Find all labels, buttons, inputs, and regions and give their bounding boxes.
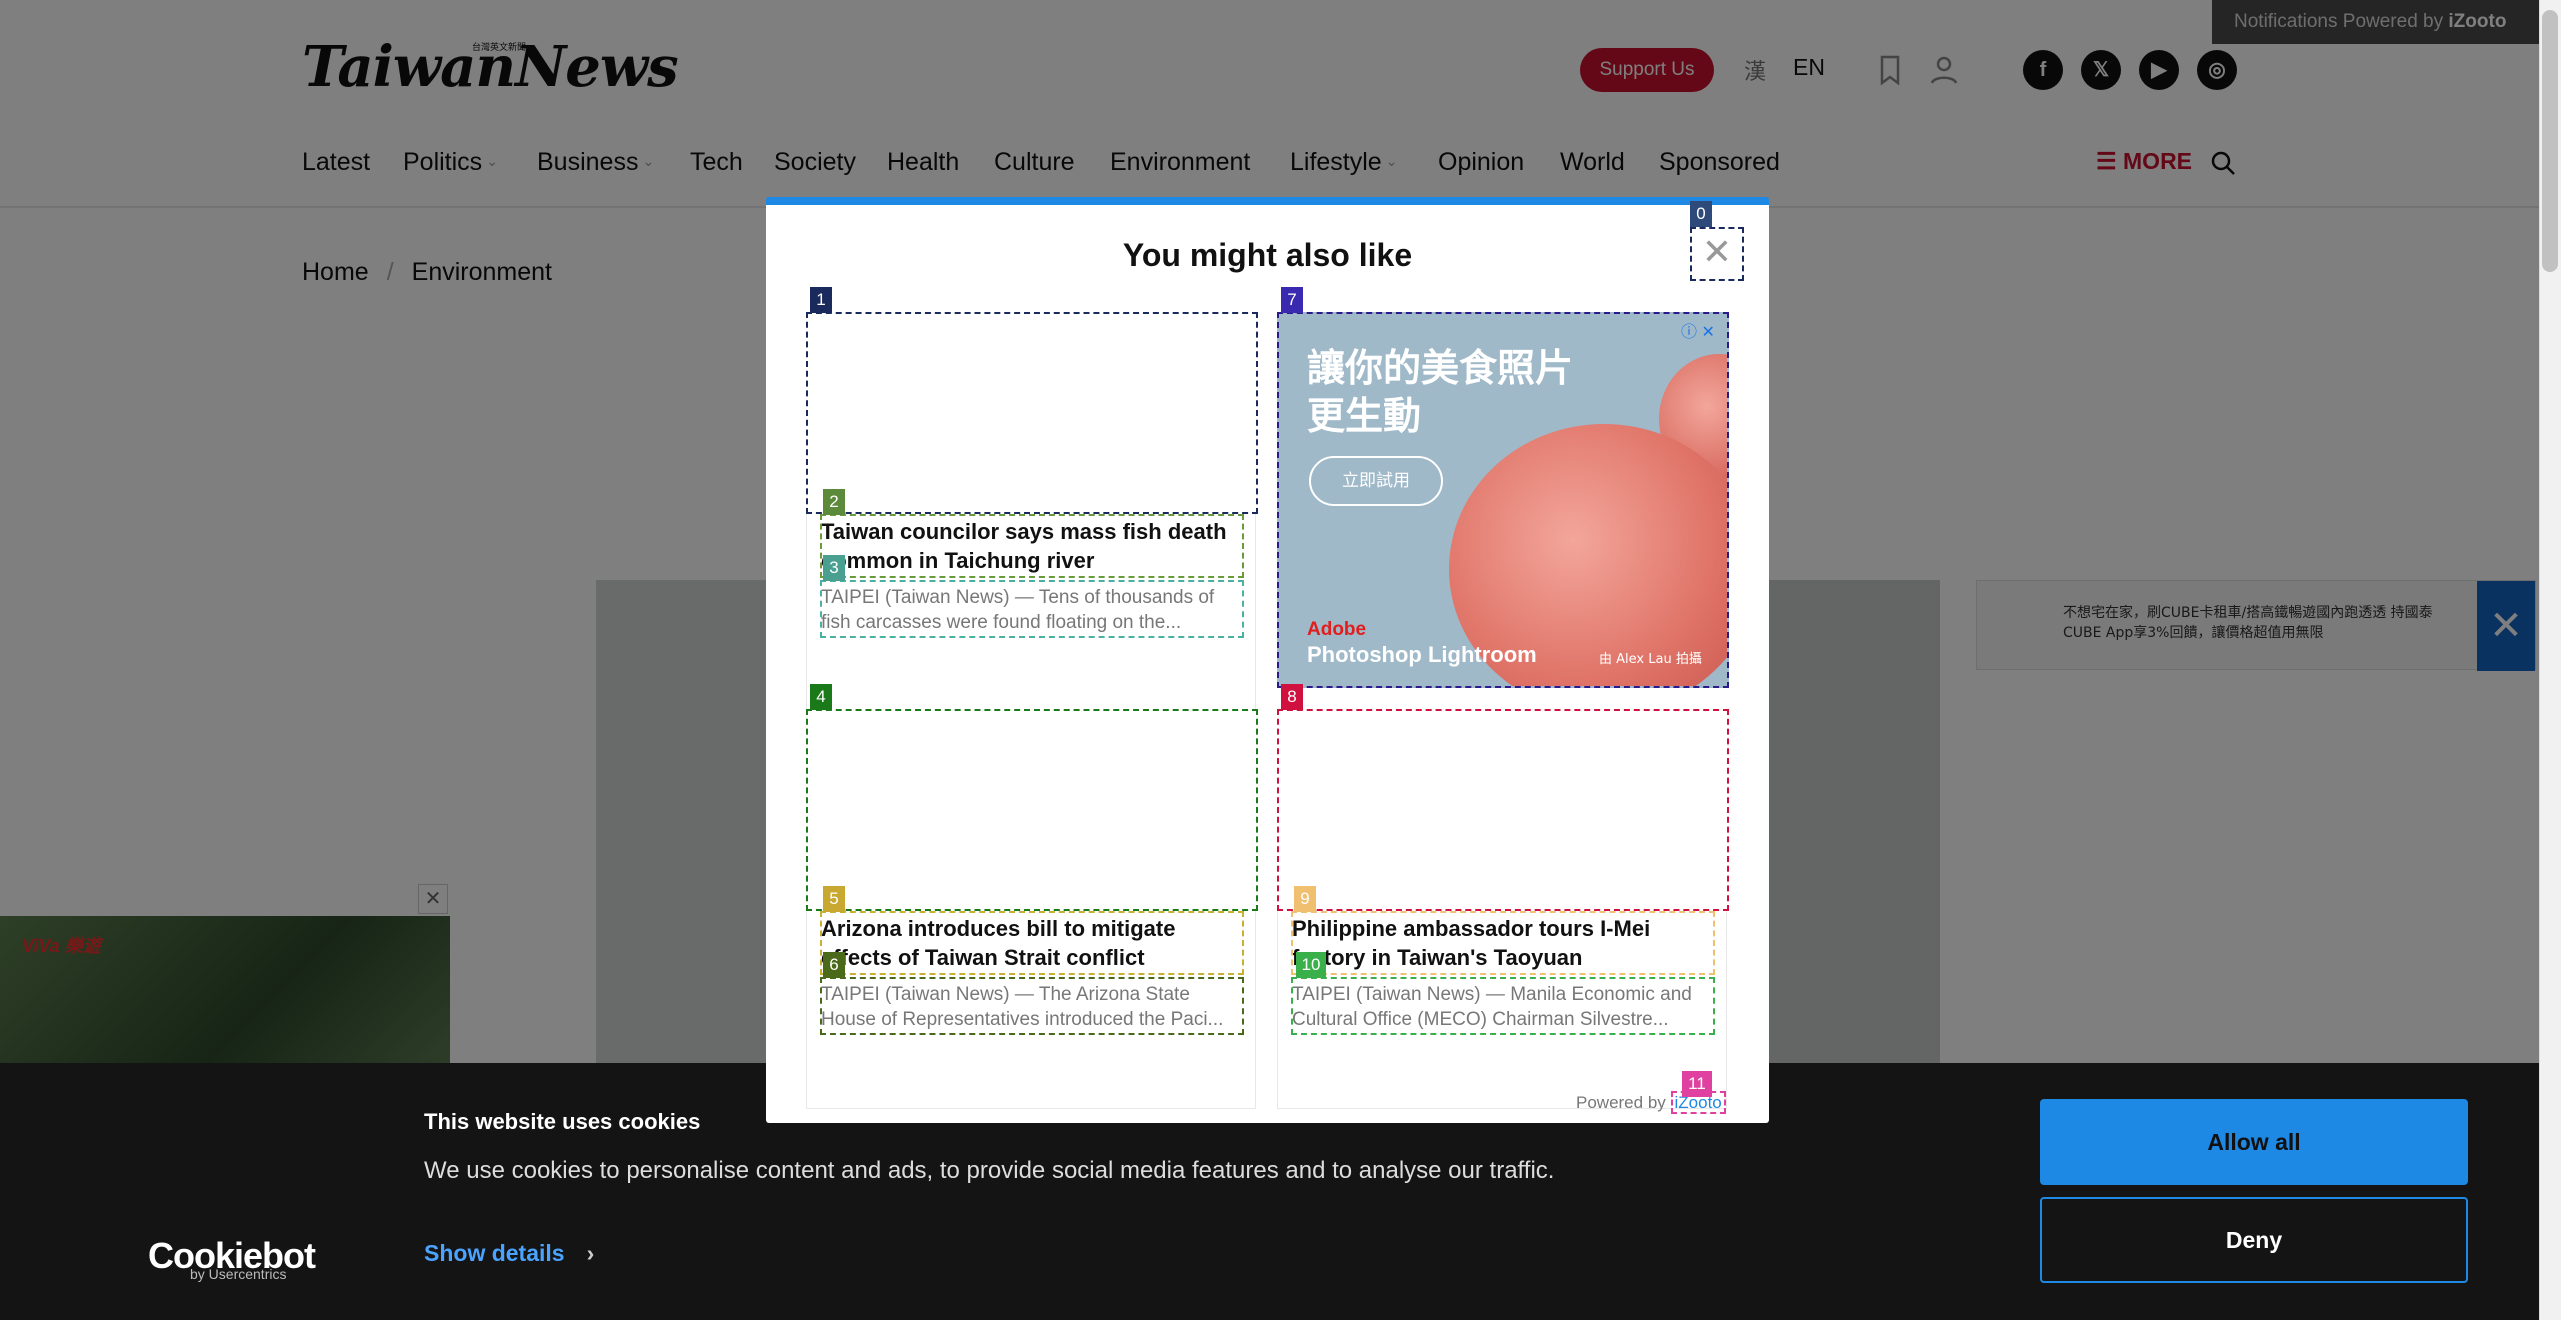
card-excerpt-text: TAIPEI (Taiwan News) — Tens of thousands… bbox=[821, 587, 1215, 633]
marker-9: 9 bbox=[1294, 886, 1316, 912]
card-excerpt: TAIPEI (Taiwan News) — Manila Economic a… bbox=[1292, 982, 1714, 1038]
card-thumbnail[interactable] bbox=[806, 709, 1258, 909]
marker-10: 10 bbox=[1296, 952, 1326, 978]
cookie-title: This website uses cookies bbox=[424, 1109, 701, 1134]
card-excerpt-text: TAIPEI (Taiwan News) — Manila Economic a… bbox=[1292, 984, 1692, 1030]
marker-1: 1 bbox=[810, 287, 832, 313]
show-details-label: Show details bbox=[424, 1240, 565, 1266]
marker-4: 4 bbox=[810, 684, 832, 710]
deny-button[interactable]: Deny bbox=[2040, 1197, 2468, 1283]
marker-6: 6 bbox=[823, 952, 845, 978]
ad-brand: Adobe bbox=[1307, 619, 1367, 640]
recommendation-card[interactable]: Arizona introduces bill to mitigate effe… bbox=[806, 709, 1258, 1109]
ad-photo-credit: 由 Alex Lau 拍攝 bbox=[1599, 652, 1702, 667]
marker-3: 3 bbox=[823, 555, 845, 581]
cookiebot-logo-sub: by Usercentrics bbox=[190, 1266, 287, 1282]
marker-0: 0 bbox=[1690, 201, 1712, 227]
ad-headline: 讓你的美食照片 更生動 bbox=[1307, 344, 1573, 440]
chevron-right-icon: › bbox=[586, 1240, 595, 1266]
ad-cta-button[interactable]: 立即試用 bbox=[1309, 456, 1443, 506]
recommendation-modal: You might also like ✕ 0 Taiwan councilor… bbox=[766, 197, 1769, 1123]
marker-7: 7 bbox=[1281, 287, 1303, 313]
adchoices-icon[interactable]: ⓘ ✕ bbox=[1681, 318, 1715, 342]
marker-2: 2 bbox=[823, 489, 845, 515]
card-thumbnail[interactable] bbox=[806, 312, 1258, 512]
ad-product: Photoshop Lightroom bbox=[1307, 642, 1537, 667]
card-excerpt: TAIPEI (Taiwan News) — Tens of thousands… bbox=[821, 585, 1243, 641]
ad-headline-line1: 讓你的美食照片 bbox=[1307, 346, 1574, 390]
card-title[interactable]: Arizona introduces bill to mitigate effe… bbox=[821, 914, 1243, 978]
show-details-link[interactable]: Show details › bbox=[424, 1240, 594, 1267]
sponsored-ad[interactable]: 讓你的美食照片 更生動 立即試用 Adobe Photoshop Lightroo… bbox=[1277, 312, 1729, 688]
card-excerpt: TAIPEI (Taiwan News) — The Arizona State… bbox=[821, 982, 1243, 1038]
card-title[interactable]: Taiwan councilor says mass fish death co… bbox=[821, 517, 1243, 581]
allow-all-button[interactable]: Allow all bbox=[2040, 1099, 2468, 1185]
marker-5: 5 bbox=[823, 886, 845, 912]
marker-11: 11 bbox=[1682, 1071, 1712, 1097]
powered-by-prefix: Powered by bbox=[1576, 1093, 1666, 1112]
modal-title: You might also like bbox=[1122, 237, 1413, 273]
marker-8: 8 bbox=[1281, 684, 1303, 710]
cookie-description: We use cookies to personalise content an… bbox=[424, 1157, 1555, 1184]
recommendation-card[interactable]: Philippine ambassador tours I-Mei factor… bbox=[1277, 709, 1729, 1109]
scrollbar-thumb[interactable] bbox=[2542, 10, 2558, 272]
modal-close-icon[interactable]: ✕ bbox=[1690, 227, 1744, 281]
recommendation-card[interactable]: Taiwan councilor says mass fish death co… bbox=[806, 312, 1258, 712]
card-thumbnail[interactable] bbox=[1277, 709, 1729, 909]
card-title[interactable]: Philippine ambassador tours I-Mei factor… bbox=[1292, 914, 1714, 978]
ad-headline-line2: 更生動 bbox=[1307, 394, 1422, 438]
card-excerpt-text: TAIPEI (Taiwan News) — The Arizona State… bbox=[821, 984, 1224, 1030]
